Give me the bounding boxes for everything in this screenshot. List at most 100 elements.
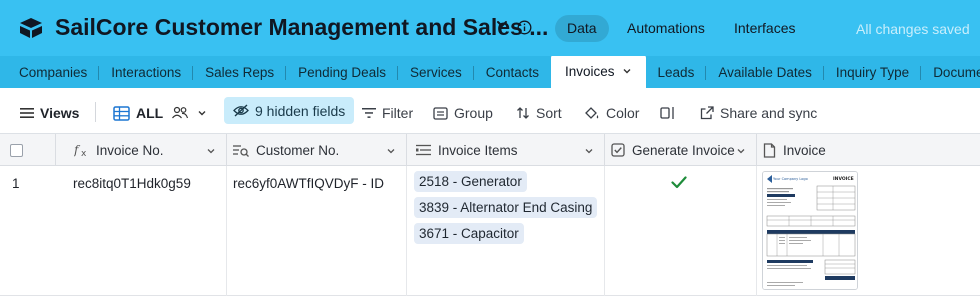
tab-label: Inquiry Type xyxy=(835,64,910,80)
chevron-down-icon[interactable] xyxy=(206,146,216,156)
select-all-column xyxy=(0,134,56,166)
column-generate-invoice[interactable]: Generate Invoice xyxy=(605,134,757,166)
checkmark-icon[interactable] xyxy=(671,176,687,189)
svg-text:f: f xyxy=(74,143,81,157)
group-label: Group xyxy=(454,105,493,121)
view-switcher[interactable]: ALL xyxy=(113,101,213,125)
view-toolbar: Views ALL Filter Group Sort Color Share … xyxy=(0,90,980,134)
tab-invoices[interactable]: Invoices xyxy=(551,56,646,88)
group-button[interactable]: Group xyxy=(433,101,493,125)
filter-label: Filter xyxy=(382,105,414,121)
base-logo-icon[interactable] xyxy=(18,17,44,39)
tab-label: Companies xyxy=(19,64,88,80)
tab-label: Available Dates xyxy=(718,64,812,80)
share-label: Share and sync xyxy=(720,105,818,121)
customer-no-value: rec6yf0AWTfIQVDyF - ID xyxy=(233,176,385,191)
info-icon[interactable] xyxy=(517,20,532,35)
column-invoice-items[interactable]: Invoice Items xyxy=(407,134,605,166)
tab-services[interactable]: Services xyxy=(398,56,474,88)
view-name: ALL xyxy=(136,105,164,121)
column-label: Invoice xyxy=(783,142,826,158)
toolbar-divider xyxy=(95,102,96,122)
grid-view-icon xyxy=(113,105,130,121)
chevron-down-icon[interactable] xyxy=(622,66,632,76)
column-label: Invoice Items xyxy=(438,142,518,158)
group-icon xyxy=(433,106,448,120)
tab-label: Services xyxy=(409,64,462,80)
invoice-preview-image: Your Company Logo INVOICE xyxy=(763,172,857,289)
filter-button[interactable]: Filter xyxy=(362,101,413,125)
linked-record-chip[interactable]: 3839 - Alternator End Casing xyxy=(414,197,598,218)
column-invoice[interactable]: Invoice xyxy=(757,134,980,166)
tab-available-dates[interactable]: Available Dates xyxy=(706,56,824,88)
select-all-checkbox[interactable] xyxy=(10,143,23,157)
row-number: 1 xyxy=(12,176,20,191)
hidden-fields-button[interactable]: 9 hidden fields xyxy=(224,97,355,124)
grid-header: fx Invoice No. Customer No. Invoice Item… xyxy=(0,134,980,166)
share-icon xyxy=(700,106,714,120)
tab-label: Pending Deals xyxy=(298,64,386,80)
invoice-preview-company: Your Company Logo xyxy=(773,177,808,181)
tab-label: Leads xyxy=(657,64,695,80)
views-label: Views xyxy=(40,105,80,121)
document-icon xyxy=(763,142,776,158)
color-label: Color xyxy=(606,105,640,121)
chevron-down-icon[interactable] xyxy=(495,17,509,31)
invoice-preview-heading: INVOICE xyxy=(833,176,854,182)
chevron-down-icon[interactable] xyxy=(584,146,594,156)
column-invoice-no[interactable]: fx Invoice No. xyxy=(56,134,227,166)
column-label: Invoice No. xyxy=(96,142,164,158)
invoice-no-value: rec8itq0T1Hdk0g59 xyxy=(73,176,191,191)
tab-label: Documents xyxy=(933,64,980,80)
eye-slash-icon xyxy=(233,104,249,117)
row-height-icon xyxy=(660,107,674,119)
generate-invoice-cell[interactable] xyxy=(605,166,757,296)
share-sync-button[interactable]: Share and sync xyxy=(700,101,817,125)
invoice-no-cell[interactable]: rec8itq0T1Hdk0g59 xyxy=(56,166,227,296)
menu-icon xyxy=(20,108,34,118)
tab-leads[interactable]: Leads xyxy=(646,56,707,88)
nav-data[interactable]: Data xyxy=(555,15,609,42)
collaborators-icon xyxy=(172,106,189,119)
column-label: Generate Invoice xyxy=(632,142,735,158)
paint-bucket-icon xyxy=(585,106,599,119)
tab-pending-deals[interactable]: Pending Deals xyxy=(286,56,398,88)
nav-automations[interactable]: Automations xyxy=(615,15,717,42)
tab-label: Contacts xyxy=(485,64,539,80)
svg-text:x: x xyxy=(81,149,87,157)
sort-button[interactable]: Sort xyxy=(516,101,562,125)
tab-interactions[interactable]: Interactions xyxy=(99,56,194,88)
color-button[interactable]: Color xyxy=(584,101,639,125)
base-title[interactable]: SailCore Customer Management and Sales .… xyxy=(55,14,548,41)
filter-icon xyxy=(362,108,376,118)
link-list-icon xyxy=(416,144,431,156)
chevron-down-icon[interactable] xyxy=(386,146,396,156)
formula-icon: fx xyxy=(74,143,87,157)
lookup-icon xyxy=(233,144,249,157)
tab-inquiry-type[interactable]: Inquiry Type xyxy=(824,56,922,88)
save-status: All changes saved xyxy=(856,21,970,37)
tab-documents[interactable]: Documents xyxy=(921,56,980,88)
tab-contacts[interactable]: Contacts xyxy=(474,56,551,88)
chevron-down-icon xyxy=(198,111,206,116)
invoice-items-cell[interactable]: 2518 - Generator 3839 - Alternator End C… xyxy=(407,166,605,296)
linked-record-chip[interactable]: 3671 - Capacitor xyxy=(414,223,524,244)
linked-record-chip[interactable]: 2518 - Generator xyxy=(414,171,527,192)
nav-interfaces[interactable]: Interfaces xyxy=(722,15,807,42)
table-tabs: Companies Interactions Sales Reps Pendin… xyxy=(0,56,980,88)
row-height-button[interactable] xyxy=(660,101,682,125)
customer-no-cell[interactable]: rec6yf0AWTfIQVDyF - ID xyxy=(227,166,407,296)
hidden-fields-label: 9 hidden fields xyxy=(255,102,346,119)
tab-label: Invoices xyxy=(565,63,615,79)
chevron-down-icon[interactable] xyxy=(736,146,746,156)
base-header: SailCore Customer Management and Sales .… xyxy=(0,0,980,56)
tab-sales-reps[interactable]: Sales Reps xyxy=(193,56,287,88)
invoice-attachment-thumbnail[interactable]: Your Company Logo INVOICE xyxy=(762,171,858,290)
column-customer-no[interactable]: Customer No. xyxy=(227,134,407,166)
tab-companies[interactable]: Companies xyxy=(0,56,100,88)
column-label: Customer No. xyxy=(256,142,340,158)
views-button[interactable]: Views xyxy=(20,101,79,125)
sort-icon xyxy=(517,107,529,119)
checkbox-icon xyxy=(611,143,625,157)
tab-label: Interactions xyxy=(111,64,182,80)
